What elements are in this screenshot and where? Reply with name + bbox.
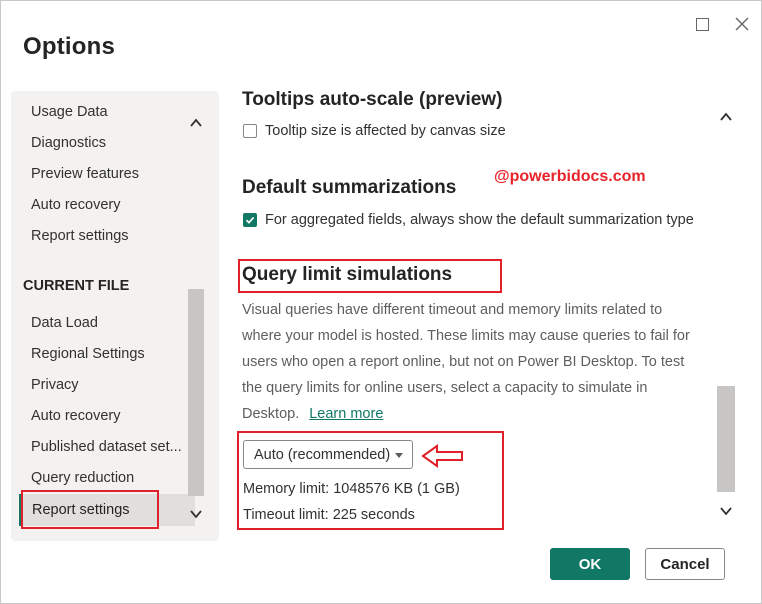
main-scrollbar-thumb[interactable] xyxy=(717,386,735,492)
sidebar-item-usage-data[interactable]: Usage Data xyxy=(31,104,108,120)
sidebar-section-current-file: CURRENT FILE xyxy=(23,278,130,294)
heading-default-summarizations: Default summarizations xyxy=(242,177,457,198)
close-icon[interactable] xyxy=(731,13,753,35)
sidebar-item-auto-recovery-global[interactable]: Auto recovery xyxy=(31,197,120,213)
chevron-down-icon[interactable] xyxy=(719,504,733,518)
cancel-button[interactable]: Cancel xyxy=(645,548,725,580)
chevron-up-icon[interactable] xyxy=(719,110,733,124)
tooltip-size-checkbox-row[interactable]: Tooltip size is affected by canvas size xyxy=(243,123,506,139)
query-limit-description: Visual queries have different timeout an… xyxy=(242,297,697,427)
sidebar-item-published-dataset-settings[interactable]: Published dataset set... xyxy=(31,439,182,455)
sidebar-scrollbar-thumb[interactable] xyxy=(188,289,204,496)
options-dialog: Options Usage Data Diagnostics Preview f… xyxy=(0,0,762,604)
learn-more-link[interactable]: Learn more xyxy=(309,406,383,422)
sidebar-item-report-settings-global[interactable]: Report settings xyxy=(31,228,129,244)
heading-query-limit-simulations: Query limit simulations xyxy=(242,264,453,285)
sidebar-item-preview-features[interactable]: Preview features xyxy=(31,166,139,182)
capacity-dropdown-value: Auto (recommended) xyxy=(254,446,391,463)
dialog-title: Options xyxy=(23,33,116,60)
checkmark-icon xyxy=(245,216,255,224)
maximize-icon[interactable] xyxy=(691,13,713,35)
summarization-checkbox-label: For aggregated fields, always show the d… xyxy=(265,212,694,228)
summarization-checkbox-row[interactable]: For aggregated fields, always show the d… xyxy=(243,212,694,228)
tooltip-size-checkbox-label: Tooltip size is affected by canvas size xyxy=(265,123,506,139)
summarization-checkbox[interactable] xyxy=(243,213,257,227)
heading-tooltips: Tooltips auto-scale (preview) xyxy=(242,89,503,110)
annotation-box-report-settings xyxy=(21,490,159,529)
sidebar: Usage Data Diagnostics Preview features … xyxy=(11,91,219,541)
chevron-down-icon[interactable] xyxy=(189,507,203,521)
sidebar-item-query-reduction[interactable]: Query reduction xyxy=(31,470,134,486)
annotation-arrow-icon xyxy=(421,444,463,468)
query-limit-description-text: Visual queries have different timeout an… xyxy=(242,302,690,422)
chevron-up-icon[interactable] xyxy=(189,116,203,130)
caret-down-icon xyxy=(395,453,403,458)
memory-limit-text: Memory limit: 1048576 KB (1 GB) xyxy=(243,481,460,497)
ok-button[interactable]: OK xyxy=(550,548,630,580)
sidebar-item-privacy[interactable]: Privacy xyxy=(31,377,79,393)
timeout-limit-text: Timeout limit: 225 seconds xyxy=(243,507,415,523)
watermark-text: @powerbidocs.com xyxy=(494,168,646,185)
sidebar-item-auto-recovery[interactable]: Auto recovery xyxy=(31,408,120,424)
sidebar-item-regional-settings[interactable]: Regional Settings xyxy=(31,346,145,362)
sidebar-item-diagnostics[interactable]: Diagnostics xyxy=(31,135,106,151)
capacity-dropdown[interactable]: Auto (recommended) xyxy=(243,440,413,469)
sidebar-item-data-load[interactable]: Data Load xyxy=(31,315,98,331)
tooltip-size-checkbox[interactable] xyxy=(243,124,257,138)
